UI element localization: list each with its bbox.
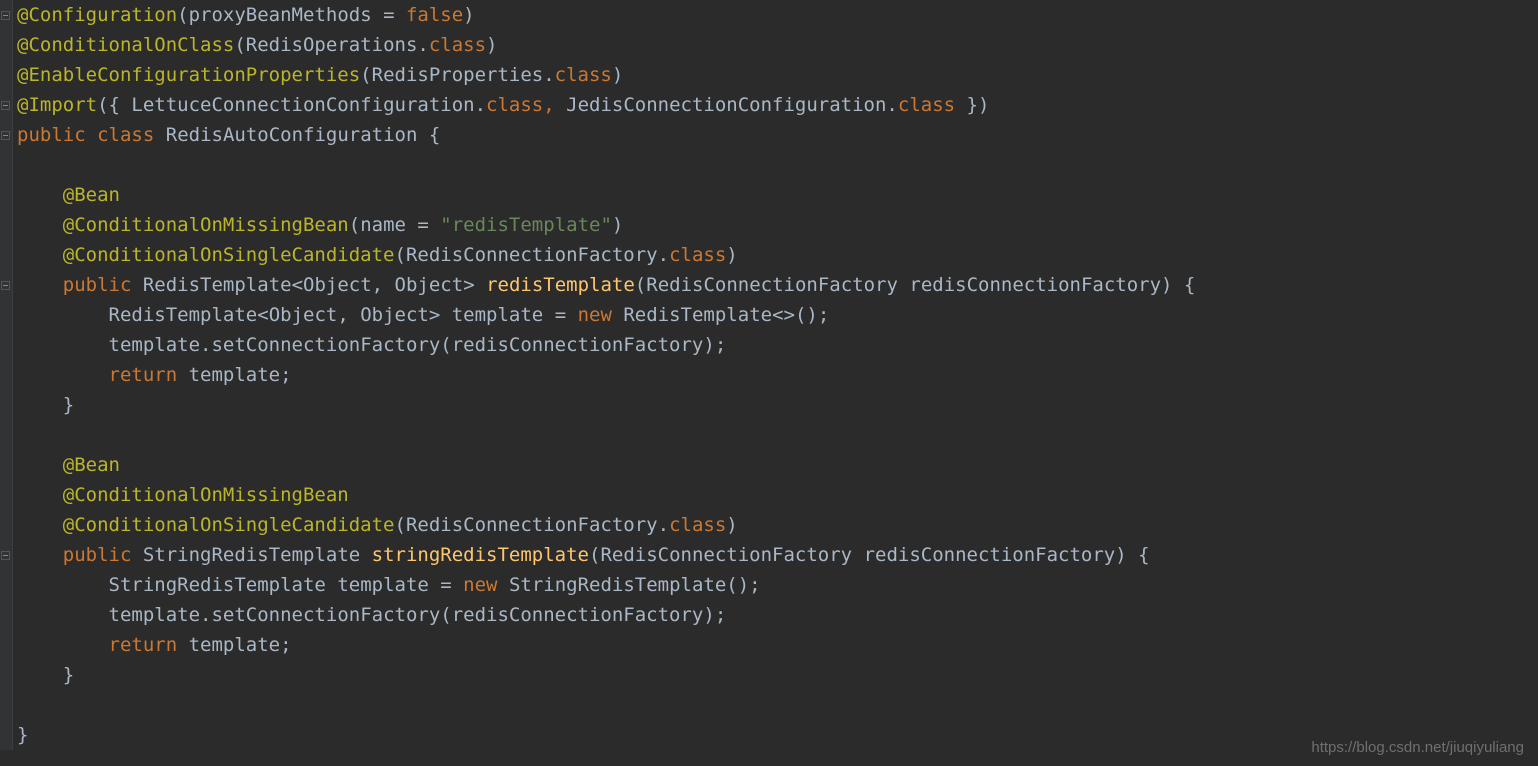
annotation-cond-single-candidate: @ConditionalOnSingleCandidate bbox=[63, 244, 395, 266]
watermark: https://blog.csdn.net/jiuqiyuliang bbox=[1311, 739, 1524, 756]
code-line: @EnableConfigurationProperties(RedisProp… bbox=[17, 60, 1538, 90]
method-string-redis-template: stringRedisTemplate bbox=[372, 544, 589, 566]
code-line: @ConditionalOnClass(RedisOperations.clas… bbox=[17, 30, 1538, 60]
code-line: return template; bbox=[17, 360, 1538, 390]
code-line: public StringRedisTemplate stringRedisTe… bbox=[17, 540, 1538, 570]
annotation-bean: @Bean bbox=[63, 454, 120, 476]
code-line: public class RedisAutoConfiguration { bbox=[17, 120, 1538, 150]
method-redis-template: redisTemplate bbox=[486, 274, 635, 296]
class-name: RedisAutoConfiguration bbox=[166, 124, 418, 146]
annotation-cond-single-candidate: @ConditionalOnSingleCandidate bbox=[63, 514, 395, 536]
fold-icon[interactable] bbox=[1, 11, 10, 20]
gutter bbox=[0, 0, 13, 750]
code-line: public RedisTemplate<Object, Object> red… bbox=[17, 270, 1538, 300]
code-line: StringRedisTemplate template = new Strin… bbox=[17, 570, 1538, 600]
code-line: } bbox=[17, 390, 1538, 420]
annotation-configuration: @Configuration bbox=[17, 4, 177, 26]
code-line bbox=[17, 420, 1538, 450]
fold-icon[interactable] bbox=[1, 101, 10, 110]
annotation-bean: @Bean bbox=[63, 184, 120, 206]
code-line: } bbox=[17, 660, 1538, 690]
code-line: return template; bbox=[17, 630, 1538, 660]
fold-icon[interactable] bbox=[1, 551, 10, 560]
annotation-conditional-on-class: @ConditionalOnClass bbox=[17, 34, 234, 56]
code-line bbox=[17, 690, 1538, 720]
code-line: template.setConnectionFactory(redisConne… bbox=[17, 600, 1538, 630]
code-line: @Bean bbox=[17, 450, 1538, 480]
annotation-cond-missing-bean: @ConditionalOnMissingBean bbox=[63, 214, 349, 236]
code-line: @Configuration(proxyBeanMethods = false) bbox=[17, 0, 1538, 30]
code-line: @ConditionalOnSingleCandidate(RedisConne… bbox=[17, 240, 1538, 270]
fold-icon[interactable] bbox=[1, 131, 10, 140]
code-line: @Import({ LettuceConnectionConfiguration… bbox=[17, 90, 1538, 120]
code-content[interactable]: @Configuration(proxyBeanMethods = false)… bbox=[13, 0, 1538, 750]
string-literal: "redisTemplate" bbox=[440, 214, 612, 236]
code-line bbox=[17, 150, 1538, 180]
annotation-cond-missing-bean: @ConditionalOnMissingBean bbox=[63, 484, 349, 506]
annotation-enable-config-props: @EnableConfigurationProperties bbox=[17, 64, 360, 86]
code-line: @Bean bbox=[17, 180, 1538, 210]
code-line: @ConditionalOnMissingBean(name = "redisT… bbox=[17, 210, 1538, 240]
code-line: } bbox=[17, 720, 1538, 750]
code-line: template.setConnectionFactory(redisConne… bbox=[17, 330, 1538, 360]
code-line: @ConditionalOnSingleCandidate(RedisConne… bbox=[17, 510, 1538, 540]
code-line: @ConditionalOnMissingBean bbox=[17, 480, 1538, 510]
fold-icon[interactable] bbox=[1, 281, 10, 290]
code-editor[interactable]: @Configuration(proxyBeanMethods = false)… bbox=[0, 0, 1538, 750]
code-line: RedisTemplate<Object, Object> template =… bbox=[17, 300, 1538, 330]
